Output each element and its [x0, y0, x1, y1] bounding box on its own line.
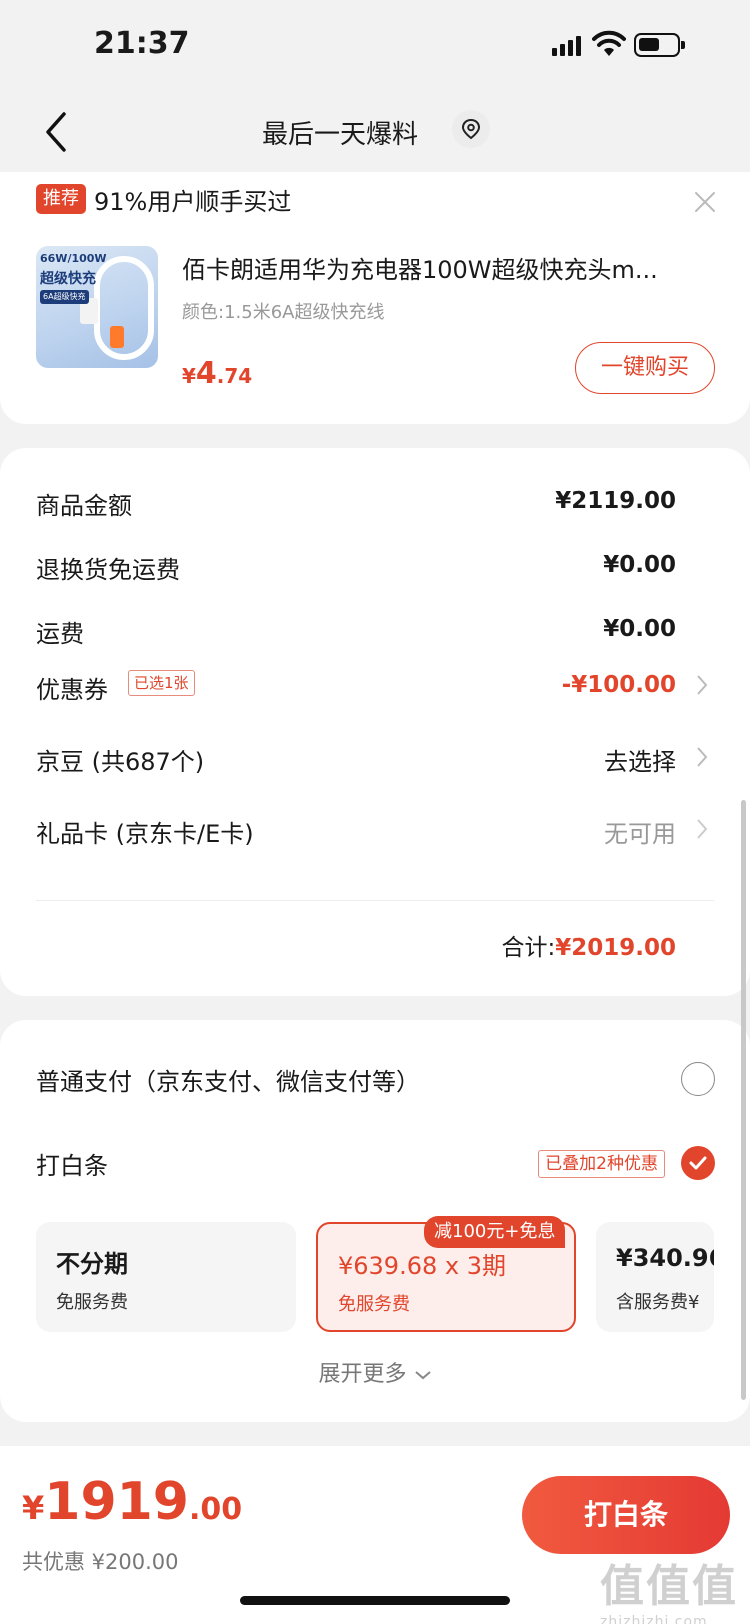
total-amount: ¥2019.00: [555, 935, 676, 961]
status-time: 21:37: [94, 26, 190, 61]
location-pin-icon: [461, 118, 481, 140]
normal-payment-label: 普通支付（京东支付、微信支付等）: [36, 1068, 420, 1096]
row-label-goods-amount: 商品金额: [36, 492, 132, 520]
discount-stack-tag: 已叠加2种优惠: [538, 1150, 665, 1178]
normal-payment-radio[interactable]: [681, 1062, 715, 1096]
thumb-text-title: 超级快充: [40, 271, 96, 287]
status-bar: 21:37: [0, 0, 750, 90]
row-value-shipping: ¥0.00: [603, 616, 676, 642]
checkmark-icon: [689, 1156, 707, 1170]
recommend-text: 91%用户顺手买过: [94, 188, 292, 216]
close-icon[interactable]: [693, 190, 717, 214]
divider: [36, 900, 714, 901]
chevron-down-icon: [414, 1371, 431, 1380]
baitiao-radio-checked[interactable]: [681, 1146, 715, 1180]
nav-bar: 最后一天爆料: [0, 90, 750, 180]
checkout-bar: ¥1919.00 共优惠 ¥200.00 打白条 值值值 zhizhizhi.c…: [0, 1446, 750, 1624]
jingdou-row[interactable]: 京豆 (共687个) 去选择: [0, 730, 750, 794]
recommend-card: 推荐 91%用户顺手买过 66W/100W 超级快充 6A超级快充 佰卡朗适用华…: [0, 172, 750, 424]
wifi-icon: [592, 30, 626, 56]
plan-main-text: 不分期: [56, 1250, 128, 1278]
order-summary-card: 商品金额 ¥2119.00 退换货免运费 ¥0.00 运费 ¥0.00 优惠券 …: [0, 448, 750, 996]
pay-amount: ¥1919.00: [22, 1472, 243, 1532]
thumb-text-badge: 6A超级快充: [40, 290, 89, 304]
row-value-return-shipping: ¥0.00: [603, 552, 676, 578]
home-indicator[interactable]: [240, 1596, 510, 1605]
recommend-tag: 推荐: [36, 184, 86, 214]
plan-sub-text: 免服务费: [56, 1292, 128, 1313]
row-label-jingdou: 京豆 (共687个): [36, 748, 205, 776]
thumb-text-watt: 66W/100W: [40, 252, 107, 265]
plan-main-text: ¥340.96: [616, 1244, 714, 1272]
total-label: 合计:: [501, 935, 556, 961]
product-thumbnail[interactable]: 66W/100W 超级快充 6A超级快充: [36, 246, 158, 368]
battery-icon: [634, 33, 685, 57]
plan-sub-text: 免服务费: [338, 1294, 410, 1315]
total-saved: 共优惠 ¥200.00: [22, 1550, 179, 1574]
row-label-gift-card: 礼品卡 (京东卡/E卡): [36, 820, 254, 848]
row-value-jingdou: 去选择: [604, 748, 676, 776]
gift-card-row[interactable]: 礼品卡 (京东卡/E卡) 无可用: [0, 802, 750, 866]
payment-card: 普通支付（京东支付、微信支付等） 打白条 已叠加2种优惠 不分期 免服务费 ¥6…: [0, 1020, 750, 1422]
chevron-right-icon: [697, 747, 708, 767]
order-total: 合计:¥2019.00: [501, 928, 676, 962]
chevron-right-icon: [697, 675, 708, 695]
plan-promo-badge: 减100元+免息: [424, 1216, 566, 1248]
row-value-goods-amount: ¥2119.00: [555, 488, 676, 514]
row-value-coupon: -¥100.00: [561, 672, 676, 698]
coupon-selected-tag: 已选1张: [128, 670, 195, 696]
location-button[interactable]: [452, 110, 490, 148]
row-value-gift-card: 无可用: [604, 820, 676, 848]
plan-6-installments[interactable]: ¥340.96 含服务费¥: [596, 1222, 714, 1332]
back-arrow-icon[interactable]: [40, 108, 70, 156]
baitiao-label: 打白条: [36, 1152, 108, 1180]
page-title: 最后一天爆料: [262, 120, 419, 150]
row-label-shipping: 运费: [36, 620, 84, 648]
expand-more-button[interactable]: 展开更多: [0, 1356, 750, 1388]
scrollbar[interactable]: [741, 800, 746, 1400]
plan-sub-text: 含服务费¥: [616, 1292, 700, 1313]
row-label-return-shipping: 退换货免运费: [36, 556, 180, 584]
product-name[interactable]: 佰卡朗适用华为充电器100W超级快充头m...: [182, 250, 702, 285]
watermark-logo: 值值值 zhizhizhi.com: [600, 1561, 738, 1624]
cellular-signal-icon: [552, 34, 582, 56]
coupon-row[interactable]: 优惠券 已选1张 -¥100.00: [0, 658, 750, 722]
plan-no-installment[interactable]: 不分期 免服务费: [36, 1222, 296, 1332]
plan-main-text: ¥639.68 x 3期: [338, 1252, 506, 1280]
one-click-buy-button[interactable]: 一键购买: [575, 342, 715, 394]
normal-payment-option[interactable]: 普通支付（京东支付、微信支付等）: [0, 1056, 750, 1106]
product-spec: 颜色:1.5米6A超级快充线: [182, 302, 385, 323]
expand-more-label: 展开更多: [318, 1362, 407, 1387]
row-label-coupon: 优惠券: [36, 676, 108, 704]
baitiao-pay-button[interactable]: 打白条: [522, 1476, 730, 1554]
chevron-right-icon: [697, 819, 708, 839]
product-price: ¥4.74: [182, 356, 253, 391]
